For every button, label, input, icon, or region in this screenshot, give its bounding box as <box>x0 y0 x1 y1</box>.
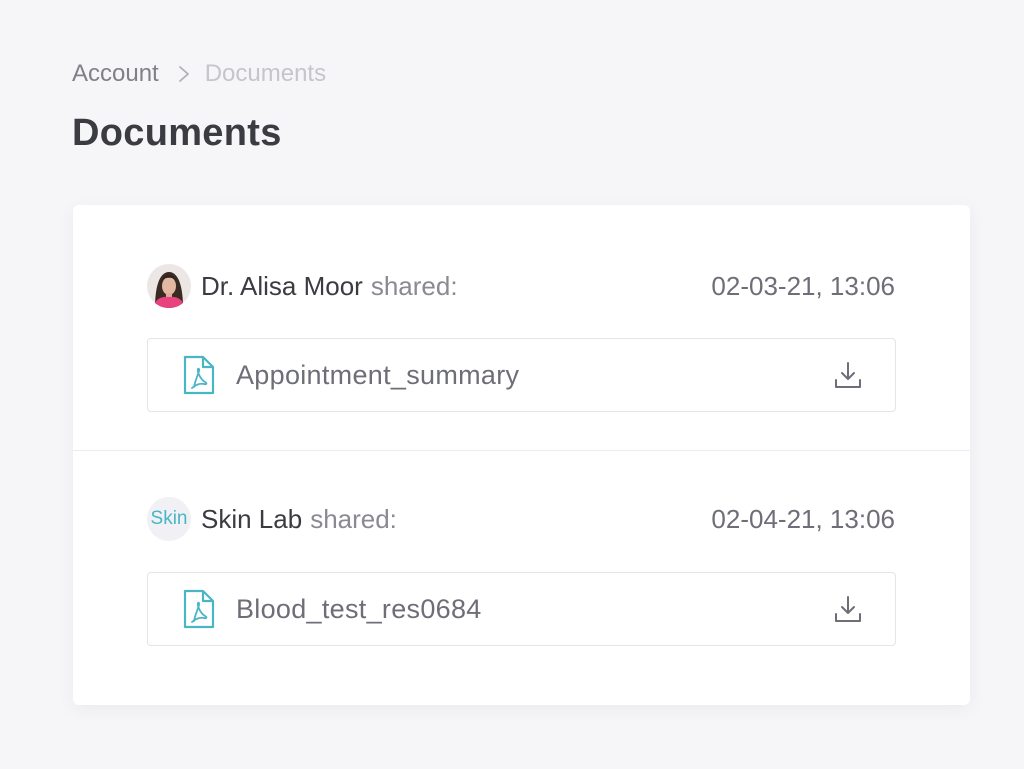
documents-card: Dr. Alisa Moor shared: 02-03-21, 13:06 A… <box>73 205 970 705</box>
breadcrumb: Account Documents <box>72 58 326 90</box>
file-name: Appointment_summary <box>236 359 520 390</box>
pdf-file-icon <box>182 355 216 395</box>
share-header: Dr. Alisa Moor shared: 02-03-21, 13:06 <box>147 263 895 309</box>
share-date: 02-03-21, 13:06 <box>711 270 895 301</box>
shared-label: shared: <box>310 503 397 534</box>
avatar <box>147 264 191 308</box>
sharer-name: Dr. Alisa Moor <box>201 270 363 301</box>
download-icon[interactable] <box>831 358 865 392</box>
pdf-file-icon <box>182 589 216 629</box>
document-row[interactable]: Blood_test_res0684 <box>147 572 896 646</box>
share-block: Skin Skin Lab shared: 02-04-21, 13:06 Bl… <box>73 451 970 705</box>
breadcrumb-current: Documents <box>204 60 327 87</box>
share-header: Skin Skin Lab shared: 02-04-21, 13:06 <box>147 496 895 542</box>
share-date: 02-04-21, 13:06 <box>711 503 895 534</box>
file-name: Blood_test_res0684 <box>236 593 482 624</box>
document-row[interactable]: Appointment_summary <box>147 338 896 412</box>
share-block: Dr. Alisa Moor shared: 02-03-21, 13:06 A… <box>73 205 970 450</box>
avatar: Skin <box>147 497 191 541</box>
chevron-right-icon <box>177 64 191 84</box>
sharer-name: Skin Lab <box>201 503 303 534</box>
shared-label: shared: <box>370 270 458 301</box>
breadcrumb-account-link[interactable]: Account <box>72 60 159 88</box>
page-title: Documents <box>72 112 282 154</box>
download-icon[interactable] <box>831 592 865 626</box>
